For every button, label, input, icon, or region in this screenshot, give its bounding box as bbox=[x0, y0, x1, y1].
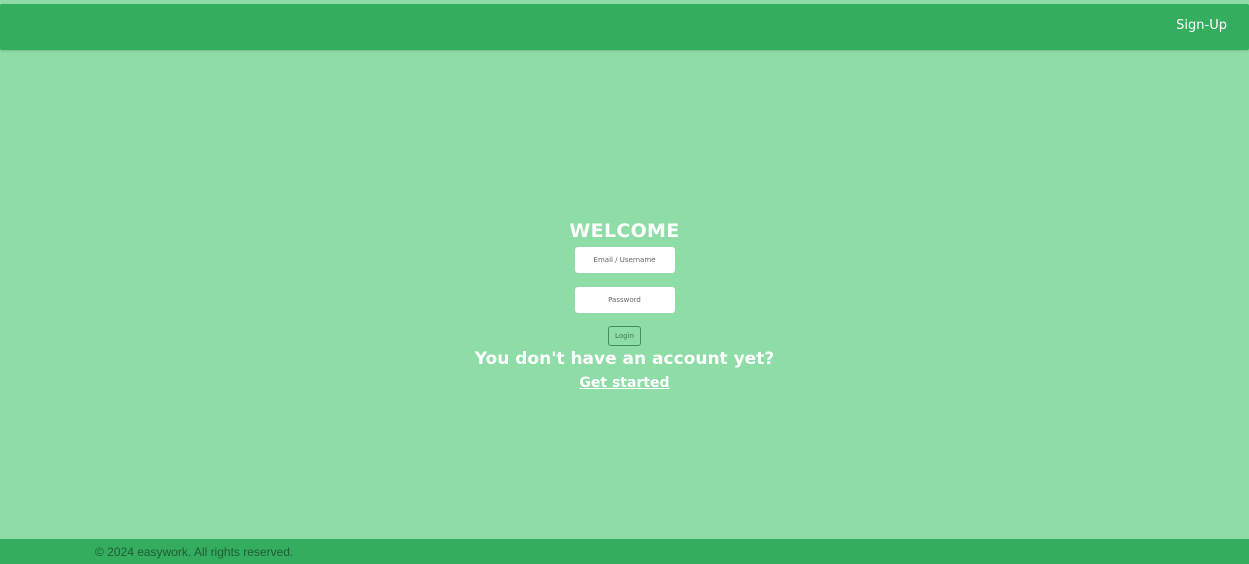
no-account-text: You don't have an account yet? bbox=[474, 349, 775, 369]
top-navbar: Sign-Up bbox=[0, 4, 1249, 50]
email-username-input[interactable] bbox=[574, 247, 675, 273]
welcome-title: WELCOME bbox=[569, 220, 680, 242]
login-form: WELCOME Login You don't have an account … bbox=[0, 219, 1249, 392]
get-started-link[interactable]: Get started bbox=[579, 374, 669, 392]
password-input[interactable] bbox=[574, 287, 675, 313]
login-button[interactable]: Login bbox=[608, 326, 641, 346]
copyright-text: © 2024 easywork. All rights reserved. bbox=[95, 545, 294, 559]
page: Sign-Up WELCOME Login You don't have an … bbox=[0, 0, 1249, 564]
footer: © 2024 easywork. All rights reserved. bbox=[0, 539, 1249, 564]
signup-link[interactable]: Sign-Up bbox=[1176, 18, 1227, 33]
